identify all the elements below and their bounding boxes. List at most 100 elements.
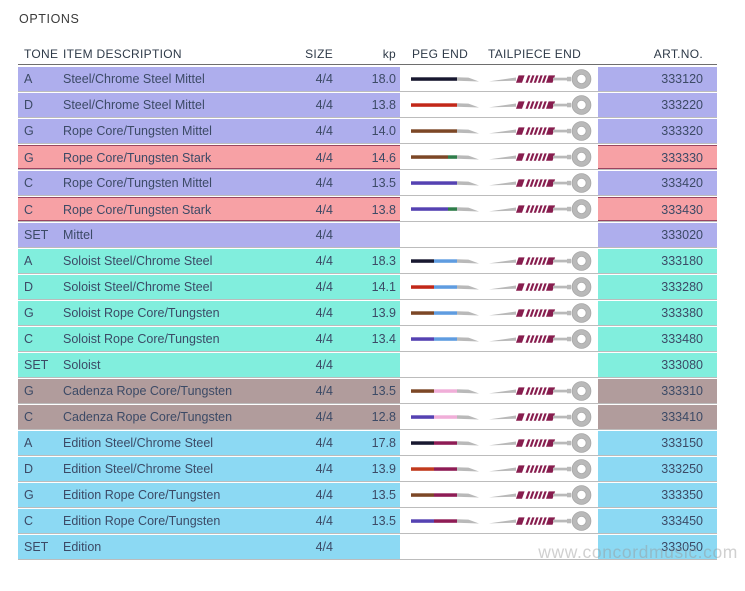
peg-end-string-icon [405, 275, 489, 299]
tailpiece-end-string-icon [486, 483, 600, 507]
row-art-band: 333150 [598, 431, 717, 455]
header-item-description: ITEM DESCRIPTION [63, 46, 182, 62]
table-row: C Rope Core/Tungsten Stark 4/4 13.8 3334… [18, 197, 717, 223]
row-left-band: C Edition Rope Core/Tungsten 4/4 13.5 [18, 509, 400, 533]
size-cell: 4/4 [263, 93, 333, 117]
art-no-cell: 333250 [598, 457, 703, 481]
art-no-cell: 333430 [598, 198, 703, 222]
size-cell: 4/4 [263, 483, 333, 507]
tailpiece-end-string-icon [486, 301, 600, 325]
table-row: A Steel/Chrome Steel Mittel 4/4 18.0 333… [18, 67, 717, 93]
table-row: SET Soloist 4/4 333080 [18, 353, 717, 379]
kp-cell: 14.6 [336, 146, 396, 170]
row-art-band: 333430 [598, 197, 717, 221]
art-no-cell: 333420 [598, 171, 703, 195]
table-row: A Soloist Steel/Chrome Steel 4/4 18.3 33… [18, 249, 717, 275]
tailpiece-end-string-icon [486, 223, 600, 247]
row-art-band: 333280 [598, 275, 717, 299]
row-left-band: G Rope Core/Tungsten Stark 4/4 14.6 [18, 145, 400, 169]
page-title: OPTIONS [19, 12, 79, 26]
peg-end-string-icon [405, 67, 489, 91]
tailpiece-end-string-icon [486, 327, 600, 351]
header-size: SIZE [263, 46, 333, 62]
tone-cell: G [24, 301, 34, 325]
kp-cell: 13.5 [336, 171, 396, 195]
kp-cell [336, 353, 396, 377]
row-left-band: C Rope Core/Tungsten Stark 4/4 13.8 [18, 197, 400, 221]
art-no-cell: 333480 [598, 327, 703, 351]
item-description-cell: Cadenza Rope Core/Tungsten [63, 379, 232, 403]
tailpiece-end-string-icon [486, 405, 600, 429]
row-left-band: D Steel/Chrome Steel Mittel 4/4 13.8 [18, 93, 400, 117]
item-description-cell: Steel/Chrome Steel Mittel [63, 93, 205, 117]
row-left-band: D Edition Steel/Chrome Steel 4/4 13.9 [18, 457, 400, 481]
row-left-band: A Steel/Chrome Steel Mittel 4/4 18.0 [18, 67, 400, 91]
size-cell: 4/4 [263, 171, 333, 195]
peg-end-string-icon [405, 119, 489, 143]
table-row: D Edition Steel/Chrome Steel 4/4 13.9 33… [18, 457, 717, 483]
table-row: D Steel/Chrome Steel Mittel 4/4 13.8 333… [18, 93, 717, 119]
item-description-cell: Edition Rope Core/Tungsten [63, 509, 220, 533]
table-row: C Edition Rope Core/Tungsten 4/4 13.5 33… [18, 509, 717, 535]
size-cell: 4/4 [263, 198, 333, 222]
tailpiece-end-string-icon [486, 431, 600, 455]
tone-cell: A [24, 249, 32, 273]
row-left-band: SET Mittel 4/4 [18, 223, 400, 247]
tone-cell: SET [24, 535, 48, 559]
kp-cell: 13.5 [336, 483, 396, 507]
peg-end-string-icon [405, 483, 489, 507]
table-header-row: TONE ITEM DESCRIPTION SIZE kp PEG END TA… [18, 46, 717, 65]
peg-end-string-icon [405, 353, 489, 377]
size-cell: 4/4 [263, 379, 333, 403]
row-art-band: 333320 [598, 119, 717, 143]
row-art-band: 333410 [598, 405, 717, 429]
kp-cell: 13.4 [336, 327, 396, 351]
tone-cell: G [24, 119, 34, 143]
tone-cell: A [24, 67, 32, 91]
kp-cell: 13.5 [336, 379, 396, 403]
row-art-band: 333330 [598, 145, 717, 169]
table-row: G Soloist Rope Core/Tungsten 4/4 13.9 33… [18, 301, 717, 327]
tone-cell: G [24, 483, 34, 507]
options-table: TONE ITEM DESCRIPTION SIZE kp PEG END TA… [18, 46, 717, 561]
peg-end-string-icon [405, 327, 489, 351]
row-art-band: 333450 [598, 509, 717, 533]
row-left-band: A Edition Steel/Chrome Steel 4/4 17.8 [18, 431, 400, 455]
tailpiece-end-string-icon [486, 197, 600, 221]
row-art-band: 333420 [598, 171, 717, 195]
peg-end-string-icon [405, 535, 489, 559]
table-row: G Cadenza Rope Core/Tungsten 4/4 13.5 33… [18, 379, 717, 405]
table-row: G Rope Core/Tungsten Mittel 4/4 14.0 333… [18, 119, 717, 145]
kp-cell: 13.8 [336, 93, 396, 117]
item-description-cell: Edition Steel/Chrome Steel [63, 431, 213, 455]
peg-end-string-icon [405, 457, 489, 481]
tailpiece-end-string-icon [486, 379, 600, 403]
peg-end-string-icon [405, 145, 489, 169]
row-left-band: G Soloist Rope Core/Tungsten 4/4 13.9 [18, 301, 400, 325]
tone-cell: D [24, 93, 33, 117]
size-cell: 4/4 [263, 119, 333, 143]
size-cell: 4/4 [263, 67, 333, 91]
row-left-band: C Soloist Rope Core/Tungsten 4/4 13.4 [18, 327, 400, 351]
kp-cell [336, 223, 396, 247]
options-page: OPTIONS TONE ITEM DESCRIPTION SIZE kp PE… [0, 0, 745, 591]
kp-cell: 13.8 [336, 198, 396, 222]
row-left-band: G Cadenza Rope Core/Tungsten 4/4 13.5 [18, 379, 400, 403]
tailpiece-end-string-icon [486, 249, 600, 273]
tone-cell: SET [24, 353, 48, 377]
kp-cell: 18.0 [336, 67, 396, 91]
tone-cell: C [24, 198, 33, 222]
art-no-cell: 333450 [598, 509, 703, 533]
item-description-cell: Rope Core/Tungsten Mittel [63, 119, 212, 143]
tailpiece-end-string-icon [486, 67, 600, 91]
art-no-cell: 333120 [598, 67, 703, 91]
tailpiece-end-string-icon [486, 457, 600, 481]
table-row: SET Mittel 4/4 333020 [18, 223, 717, 249]
art-no-cell: 333410 [598, 405, 703, 429]
kp-cell: 14.1 [336, 275, 396, 299]
item-description-cell: Soloist [63, 353, 101, 377]
art-no-cell: 333150 [598, 431, 703, 455]
item-description-cell: Rope Core/Tungsten Stark [63, 198, 211, 222]
size-cell: 4/4 [263, 327, 333, 351]
row-art-band: 333350 [598, 483, 717, 507]
